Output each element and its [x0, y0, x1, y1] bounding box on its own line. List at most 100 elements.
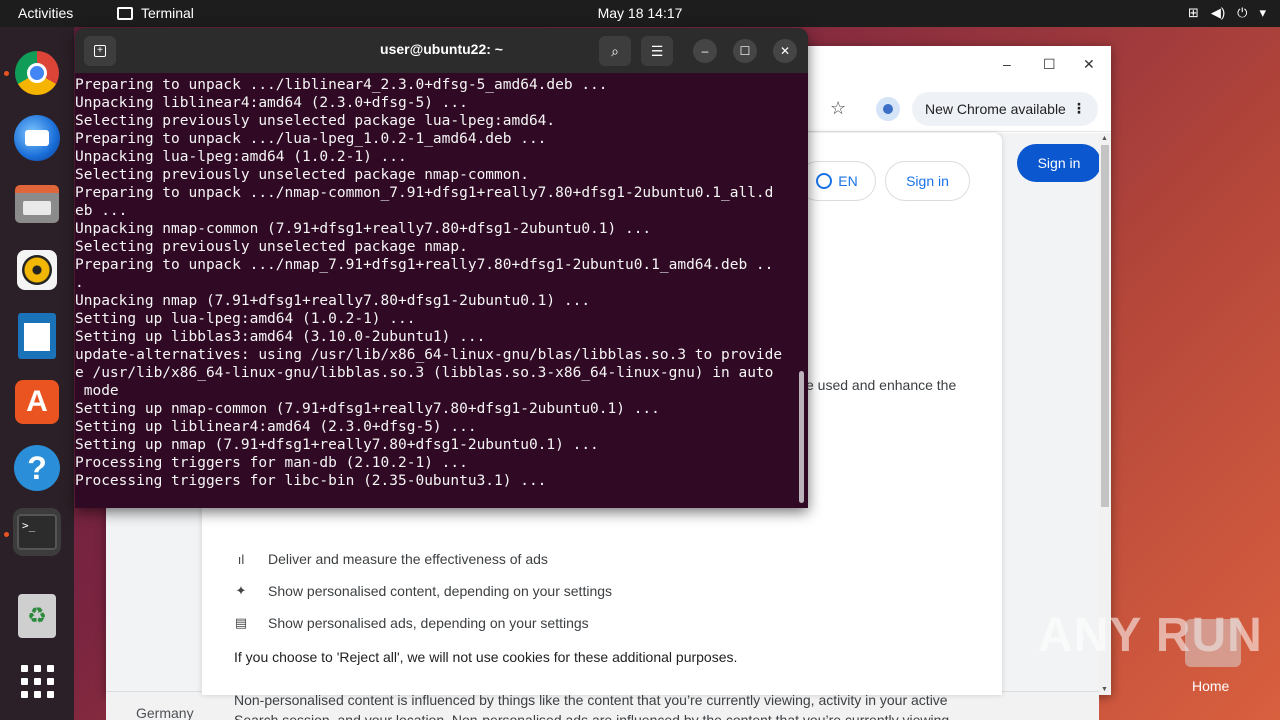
scroll-thumb[interactable]	[1101, 145, 1109, 507]
terminal-line: Processing triggers for libc-bin (2.35-0…	[75, 473, 547, 489]
dock-terminal[interactable]: >_	[13, 508, 61, 556]
sign-in-button[interactable]: Sign in	[1017, 144, 1101, 182]
terminal-line: Unpacking lua-lpeg:amd64 (1.0.2-1) ...	[75, 149, 407, 165]
power-icon: ⏻	[1237, 5, 1248, 20]
maximize-icon[interactable]: ☐	[1043, 56, 1056, 73]
consent-row-text: Show personalised ads, depending on your…	[268, 615, 589, 631]
close-icon: ✕	[779, 44, 791, 58]
dock: A ? >_ ♻	[0, 27, 74, 720]
terminal-headerbar: + user@ubuntu22: ~ ⌕ ☰ – ☐ ✕	[75, 28, 808, 73]
trash-icon: ♻	[18, 594, 56, 638]
terminal-window: + user@ubuntu22: ~ ⌕ ☰ – ☐ ✕ Preparing t…	[75, 28, 808, 508]
hamburger-icon: ☰	[650, 42, 664, 59]
menu-button[interactable]: ☰	[641, 36, 673, 66]
terminal-scrollbar[interactable]	[799, 371, 804, 503]
bookmark-star-icon[interactable]: ☆	[830, 98, 846, 119]
dock-chrome[interactable]	[13, 49, 61, 97]
terminal-line: Selecting previously unselected package …	[75, 239, 468, 255]
maximize-icon: ☐	[739, 44, 751, 58]
dock-software[interactable]: A	[13, 378, 61, 426]
home-folder-icon[interactable]	[1185, 619, 1241, 667]
libreoffice-writer-icon	[18, 313, 56, 359]
rhythmbox-icon	[17, 250, 57, 290]
footer-country: Germany	[136, 705, 194, 720]
close-button[interactable]: ✕	[773, 39, 797, 63]
consent-row-text: Show personalised content, depending on …	[268, 583, 613, 599]
terminal-line: Setting up libblas3:amd64 (3.10.0-2ubunt…	[75, 329, 486, 345]
terminal-line: Processing triggers for man-db (2.10.2-1…	[75, 455, 468, 471]
home-folder-label: Home	[1192, 678, 1230, 694]
terminal-line: Selecting previously unselected package …	[75, 167, 529, 183]
terminal-line: .	[75, 275, 84, 291]
terminal-line: Unpacking liblinear4:amd64 (2.3.0+dfsg-5…	[75, 95, 468, 111]
terminal-line: Unpacking nmap (7.91+dfsg1+really7.80+df…	[75, 293, 591, 309]
terminal-icon	[117, 6, 133, 20]
maximize-button[interactable]: ☐	[733, 39, 757, 63]
dock-writer[interactable]	[13, 312, 61, 360]
app-menu[interactable]: Terminal	[117, 5, 194, 21]
running-indicator	[4, 71, 9, 76]
close-icon[interactable]: ✕	[1083, 56, 1095, 73]
terminal-line: Unpacking nmap-common (7.91+dfsg1+really…	[75, 221, 652, 237]
ubuntu-software-icon: A	[15, 380, 59, 424]
bar-chart-icon: ıl	[237, 551, 245, 567]
ad-icon: ▤	[234, 615, 248, 630]
dock-files[interactable]	[13, 180, 61, 228]
search-icon: ⌕	[611, 42, 619, 59]
sparkle-icon: ✦	[235, 583, 247, 598]
clock[interactable]: May 18 14:17	[598, 5, 683, 21]
dock-rhythmbox[interactable]	[13, 246, 61, 294]
consent-row-text: Deliver and measure the effectiveness of…	[268, 551, 548, 567]
language-label: EN	[838, 173, 858, 189]
terminal-icon: >_	[13, 508, 61, 556]
consent-row-personalised-content: ✦ Show personalised content, depending o…	[234, 583, 612, 599]
dock-trash[interactable]: ♻	[13, 592, 61, 640]
show-applications-button[interactable]	[13, 657, 61, 705]
terminal-line: Setting up nmap-common (7.91+dfsg1+reall…	[75, 401, 660, 417]
new-tab-icon: +	[94, 45, 106, 57]
files-icon	[15, 185, 59, 223]
dock-help[interactable]: ?	[13, 444, 61, 492]
dialog-sign-in-button[interactable]: Sign in	[885, 161, 970, 201]
terminal-line: Preparing to unpack .../liblinear4_2.3.0…	[75, 77, 608, 93]
globe-icon	[816, 173, 833, 189]
new-chrome-available-button[interactable]: New Chrome available ⋮	[912, 92, 1098, 126]
activities-button[interactable]: Activities	[18, 5, 73, 21]
system-tray[interactable]: ⊞ ◀) ⏻ ▾	[1188, 5, 1266, 21]
profile-icon[interactable]	[876, 97, 900, 121]
terminal-line: Preparing to unpack .../lua-lpeg_1.0.2-1…	[75, 131, 547, 147]
terminal-line: Preparing to unpack .../nmap-common_7.91…	[75, 185, 774, 201]
top-bar: Activities Terminal May 18 14:17 ⊞ ◀) ⏻ …	[0, 0, 1280, 27]
consent-row-ads-measure: ıl Deliver and measure the effectiveness…	[234, 551, 548, 567]
language-button[interactable]: EN	[798, 161, 876, 201]
terminal-line: mode	[75, 383, 119, 399]
terminal-line: Preparing to unpack .../nmap_7.91+dfsg1+…	[75, 257, 774, 273]
terminal-line: Setting up liblinear4:amd64 (2.3.0+dfsg-…	[75, 419, 477, 435]
consent-row-personalised-ads: ▤ Show personalised ads, depending on yo…	[234, 615, 589, 631]
terminal-line: Setting up lua-lpeg:amd64 (1.0.2-1) ...	[75, 311, 416, 327]
new-chrome-label: New Chrome available	[925, 101, 1066, 117]
scroll-down-icon[interactable]: ▼	[1101, 686, 1108, 693]
minimize-icon[interactable]: –	[1003, 56, 1011, 72]
minimize-button[interactable]: –	[693, 39, 717, 63]
scroll-up-icon[interactable]: ▲	[1101, 135, 1108, 142]
dock-thunderbird[interactable]	[13, 114, 61, 162]
terminal-line: Selecting previously unselected package …	[75, 113, 556, 129]
new-tab-button[interactable]: +	[84, 36, 116, 66]
minimize-icon: –	[701, 44, 709, 58]
nonpersonalised-text: Non-personalised content is influenced b…	[234, 692, 950, 720]
network-icon: ⊞	[1187, 5, 1199, 20]
terminal-output[interactable]: Preparing to unpack .../liblinear4_2.3.0…	[75, 73, 808, 508]
terminal-line: eb ...	[75, 203, 128, 219]
running-indicator	[4, 532, 9, 537]
help-icon: ?	[14, 445, 60, 491]
search-button[interactable]: ⌕	[599, 36, 631, 66]
terminal-line: e /usr/lib/x86_64-linux-gnu/libblas.so.3…	[75, 365, 774, 381]
terminal-line: update-alternatives: using /usr/lib/x86_…	[75, 347, 783, 363]
thunderbird-icon	[14, 115, 60, 161]
consent-text-fragment: e used and enhance the	[806, 377, 957, 393]
chrome-icon	[15, 51, 59, 95]
apps-grid-icon	[20, 664, 54, 698]
menu-arrow-icon: ▾	[1259, 5, 1266, 20]
terminal-line: Setting up nmap (7.91+dfsg1+really7.80+d…	[75, 437, 599, 453]
